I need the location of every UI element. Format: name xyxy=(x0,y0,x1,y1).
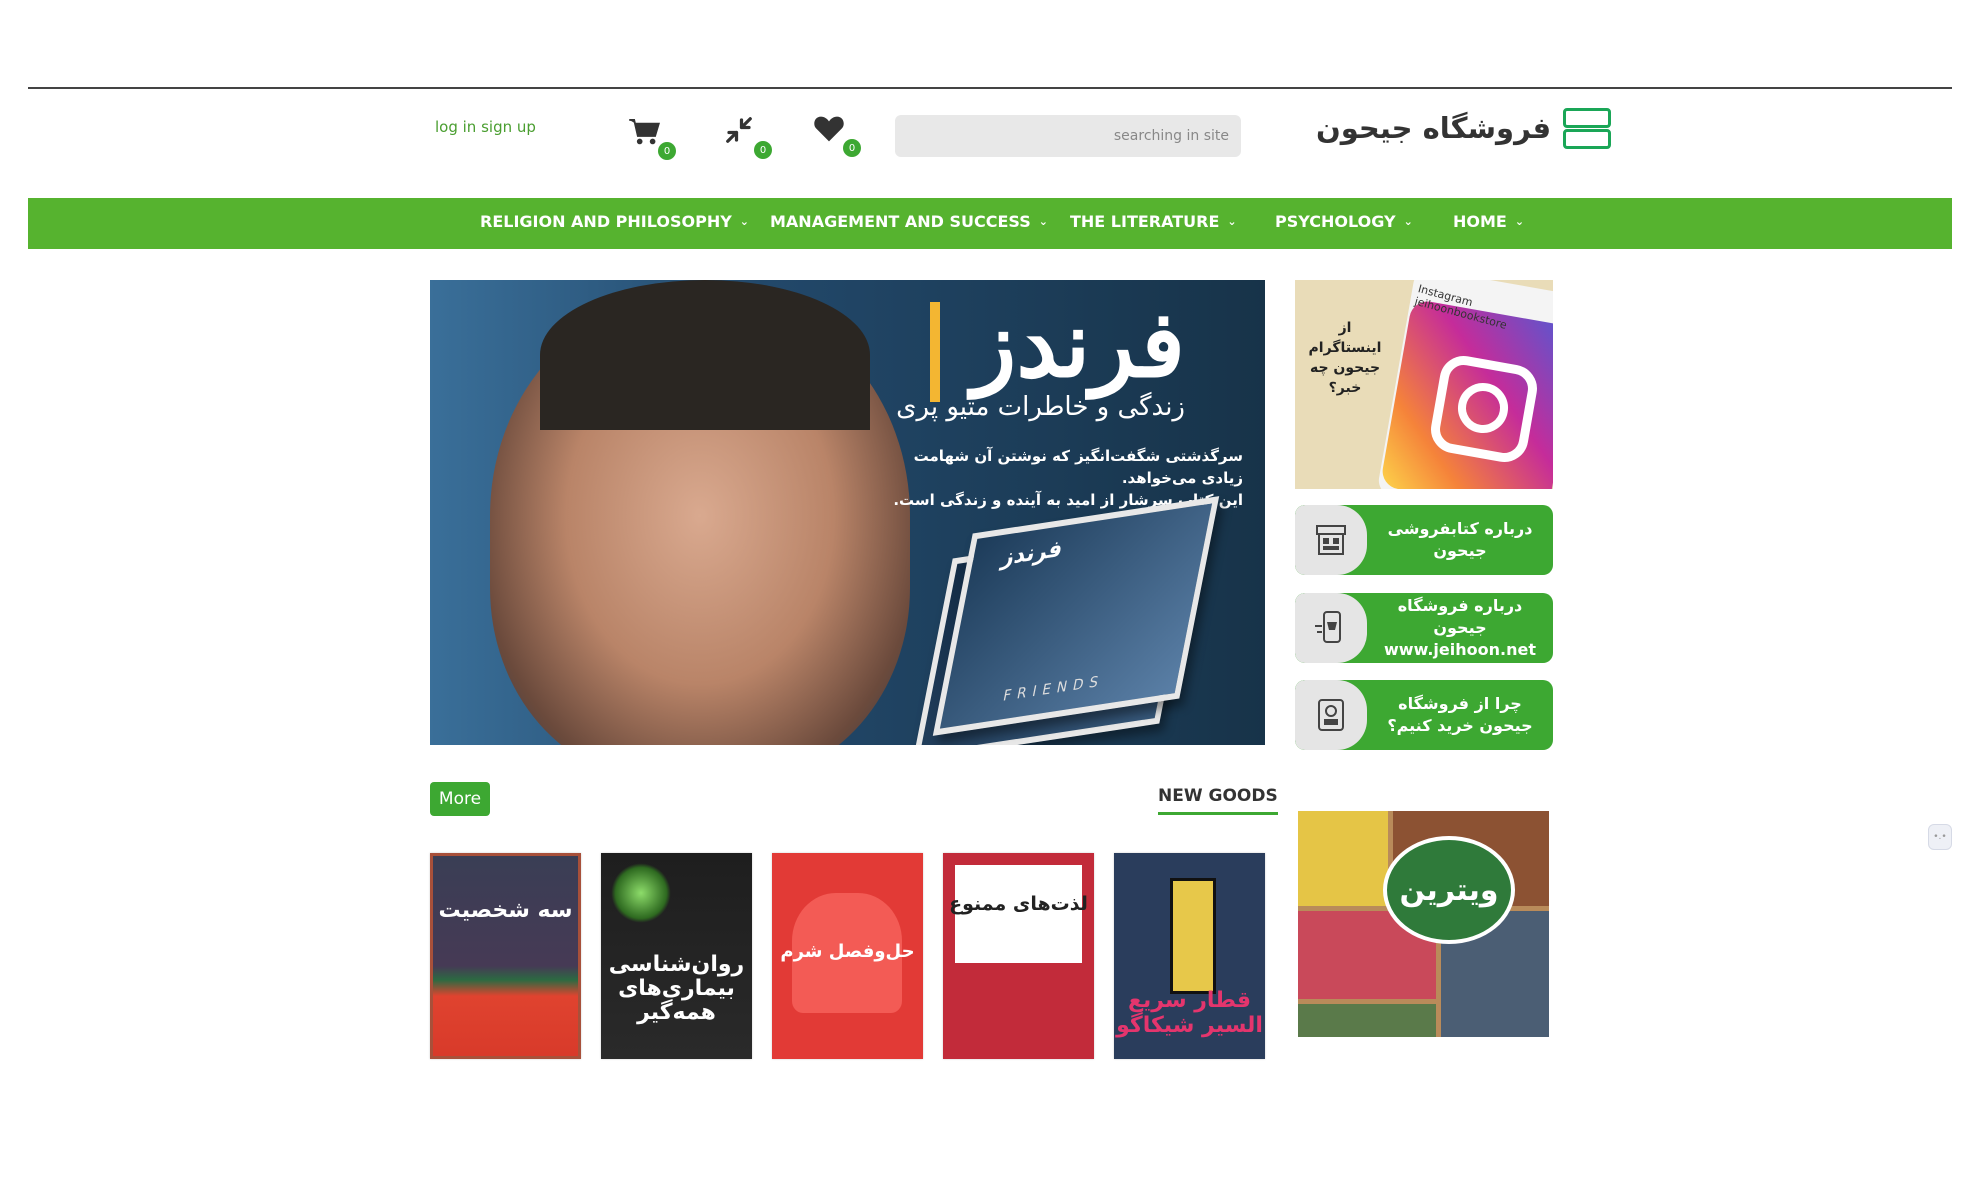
book-title: حل‌وفصل شرم xyxy=(780,941,915,962)
chevron-down-icon: ⌄ xyxy=(1403,215,1413,228)
hero-banner[interactable]: فرندز زندگی و خاطرات متیو پری سرگذشتی شگ… xyxy=(430,280,1265,745)
signup-link[interactable]: sign up xyxy=(481,118,536,136)
chevron-down-icon: ⌄ xyxy=(1227,215,1237,228)
compare-button[interactable]: 0 xyxy=(724,115,772,159)
hero-title: فرندز xyxy=(971,290,1185,398)
search-input[interactable] xyxy=(895,115,1241,157)
book-card[interactable]: حل‌وفصل شرم xyxy=(772,853,923,1059)
book-title: روان‌شناسی بیماری‌های همه‌گیر xyxy=(608,952,745,1025)
tablet-cart-icon xyxy=(1295,680,1367,750)
cover-figure xyxy=(1170,878,1216,994)
logo-mark-icon xyxy=(1563,108,1612,149)
top-divider xyxy=(28,87,1952,89)
section-title: NEW GOODS xyxy=(1158,786,1278,815)
about-online-store-label: درباره فروشگاه جیحون www.jeihoon.net xyxy=(1384,596,1536,659)
store-icon xyxy=(1295,505,1367,575)
hero-subtitle: زندگی و خاطرات متیو پری xyxy=(896,392,1185,422)
hero-accent-bar xyxy=(930,302,940,402)
hero-portrait-hair xyxy=(540,280,870,430)
hero-book-spine: FRIENDS xyxy=(1001,672,1106,705)
vitrin-photo xyxy=(1298,1004,1436,1037)
compare-icon xyxy=(726,117,752,143)
main-navbar: RELIGION AND PHILOSOPHY ⌄ MANAGEMENT AND… xyxy=(28,198,1952,249)
nav-item-religion-philosophy[interactable]: RELIGION AND PHILOSOPHY ⌄ xyxy=(480,212,749,231)
instagram-banner-text: از اینستاگرام جیحون چه خبر؟ xyxy=(1308,320,1382,396)
mobile-shop-icon xyxy=(1295,593,1367,663)
vitrin-banner[interactable]: ویترین xyxy=(1298,811,1549,1037)
site-logo[interactable]: فروشگاه جیحون xyxy=(1316,108,1612,149)
nav-item-label: MANAGEMENT AND SUCCESS xyxy=(770,212,1031,231)
compare-count-badge: 0 xyxy=(754,141,772,159)
nav-item-psychology[interactable]: PSYCHOLOGY ⌄ xyxy=(1275,212,1413,231)
nav-item-management-success[interactable]: MANAGEMENT AND SUCCESS ⌄ xyxy=(770,212,1048,231)
hero-book-title: فرندز xyxy=(999,535,1065,572)
chevron-down-icon: ⌄ xyxy=(1514,215,1525,228)
nav-item-label: PSYCHOLOGY xyxy=(1275,212,1396,231)
chat-widget-icon[interactable]: •.• xyxy=(1928,824,1952,850)
logo-text: فروشگاه جیحون xyxy=(1316,111,1552,145)
virus-illustration xyxy=(611,863,671,923)
book-card[interactable]: قطار سریع السیر شیکاگو xyxy=(1114,853,1265,1059)
about-bookstore-button[interactable]: درباره کتابفروشی جیحون xyxy=(1295,505,1553,575)
book-title: سه شخصیت xyxy=(438,898,573,923)
why-buy-label: چرا از فروشگاه جیحون خرید کنیم؟ xyxy=(1387,694,1533,735)
heart-icon xyxy=(814,116,844,142)
about-online-store-button[interactable]: درباره فروشگاه جیحون www.jeihoon.net xyxy=(1295,593,1553,663)
chevron-down-icon: ⌄ xyxy=(739,215,750,228)
cart-icon xyxy=(629,119,661,145)
nav-item-label: RELIGION AND PHILOSOPHY xyxy=(480,212,732,231)
auth-links: log in sign up xyxy=(435,118,536,136)
cover-band xyxy=(955,963,1082,1059)
vitrin-label: ویترین xyxy=(1383,836,1515,944)
why-buy-button[interactable]: چرا از فروشگاه جیحون خرید کنیم؟ xyxy=(1295,680,1553,750)
nav-item-label: HOME xyxy=(1453,212,1507,231)
wishlist-count-badge: 0 xyxy=(843,139,861,157)
book-title: قطار سریع السیر شیکاگو xyxy=(1116,988,1263,1038)
instagram-banner[interactable]: Instagram jeihoonbookstore از اینستاگرام… xyxy=(1295,280,1553,489)
book-card[interactable]: لذت‌های ممنوع xyxy=(943,853,1094,1059)
book-card[interactable]: روان‌شناسی بیماری‌های همه‌گیر xyxy=(601,853,752,1059)
more-button[interactable]: More xyxy=(430,782,490,816)
about-bookstore-label: درباره کتابفروشی جیحون xyxy=(1387,519,1533,560)
nav-item-literature[interactable]: THE LITERATURE ⌄ xyxy=(1070,212,1237,231)
chevron-down-icon: ⌄ xyxy=(1038,215,1048,228)
book-title: لذت‌های ممنوع xyxy=(949,893,1088,915)
wishlist-button[interactable]: 0 xyxy=(813,113,861,157)
hero-description-line: سرگذشتی شگفت‌انگیز که نوشتن آن شهامت زیا… xyxy=(913,447,1243,487)
nav-item-home[interactable]: HOME ⌄ xyxy=(1453,212,1524,231)
nav-item-label: THE LITERATURE xyxy=(1070,212,1220,231)
cart-count-badge: 0 xyxy=(658,142,676,160)
vitrin-photo xyxy=(1298,811,1388,906)
cart-button[interactable]: 0 xyxy=(628,116,676,160)
login-link[interactable]: log in xyxy=(435,118,476,136)
hero-book-image: فرندز FRIENDS xyxy=(932,496,1220,736)
book-card[interactable]: سه شخصیت xyxy=(430,853,581,1059)
